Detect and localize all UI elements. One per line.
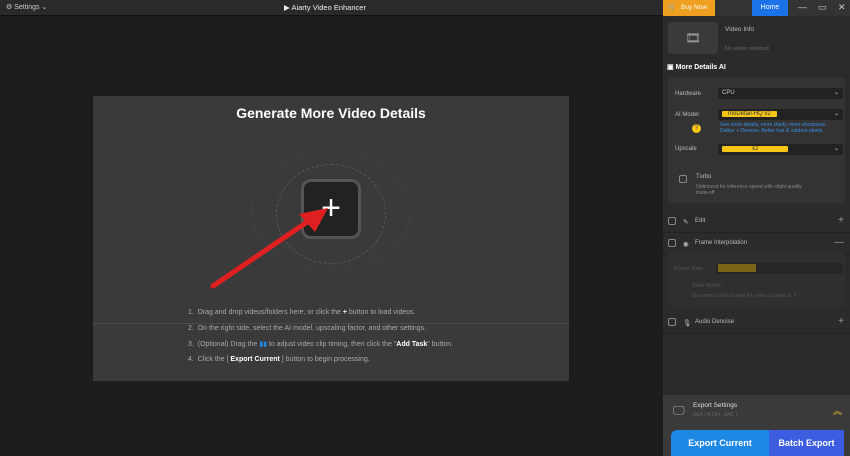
slow-motion-label: Slow Motion [692, 283, 722, 289]
app-title: ▶ Aiarty Video Enhancer [284, 3, 366, 12]
buy-now-button[interactable]: 🛒 Buy Now [663, 0, 715, 16]
trim-icon: ▮▮ [259, 341, 267, 348]
maximize-icon[interactable]: ▭ [818, 2, 827, 13]
ai-model-select[interactable]: moDetail-HQ v2 ⌄ [718, 109, 843, 120]
step-4: 4. Click the [ Export Current ] button t… [188, 355, 370, 363]
edit-label: Edit [695, 218, 706, 224]
microphone-icon: 🎙 [683, 320, 692, 327]
expand-icon[interactable]: + [838, 215, 844, 226]
frame-rate-label: Frame Rate [674, 266, 704, 272]
export-format: mp4 | H.264 , AAC | [693, 412, 738, 418]
cart-icon: 🛒 [668, 4, 677, 11]
chevron-up-icon[interactable]: ︽ [833, 404, 842, 417]
app-title-text: Aiarty Video Enhancer [291, 3, 366, 12]
frame-interp-row[interactable]: ◉ Frame Interpolation — [663, 233, 850, 255]
frame-rate-select[interactable] [716, 263, 843, 274]
upscale-select[interactable]: x2 ⌄ [718, 144, 843, 155]
minimize-icon[interactable]: — [798, 2, 807, 12]
hardware-select[interactable]: CPU ⌄ [718, 88, 843, 99]
film-icon: 🎞 [668, 22, 718, 54]
turbo-description: Optimized for inference speed with sligh… [696, 184, 802, 196]
close-icon[interactable]: ✕ [838, 2, 846, 13]
drop-zone[interactable]: Generate More Video Details + 1. Drag an… [93, 96, 569, 381]
batch-export-button[interactable]: Batch Export [769, 430, 844, 456]
title-bar: ⚙ Settings ⌄ ▶ Aiarty Video Enhancer [0, 0, 663, 16]
more-details-header: ▣ More Details AI [667, 64, 726, 71]
edit-row[interactable]: ✎ Edit + [663, 211, 850, 233]
export-monitor-icon: 🖵 [673, 403, 685, 417]
expand-icon[interactable]: + [838, 316, 844, 327]
audio-denoise-label: Audio Denoise [695, 319, 735, 325]
export-current-button[interactable]: Export Current [671, 430, 769, 456]
step-2: 2. On the right side, select the AI mode… [188, 324, 427, 332]
collapse-icon[interactable]: — [834, 237, 844, 248]
edit-icon: ✎ [683, 219, 689, 226]
audio-denoise-row[interactable]: 🎙 Audio Denoise + [663, 312, 850, 334]
sidebar: 🛒 Buy Now Home — ▭ ✕ 🎞 Video Info No vide… [663, 0, 850, 456]
frame-interp-label: Frame Interpolation [695, 240, 748, 246]
step-3: 3. (Optional) Drag the ▮▮ to adjust vide… [188, 341, 454, 348]
ai-model-label: AI Model [675, 112, 699, 118]
page-title: Generate More Video Details [236, 105, 426, 121]
audio-denoise-checkbox[interactable] [668, 318, 676, 326]
home-button[interactable]: Home [752, 0, 788, 16]
main-area: Generate More Video Details + 1. Drag an… [0, 17, 663, 456]
turbo-label: Turbo [696, 174, 712, 180]
help-icon[interactable]: ? [692, 124, 701, 133]
settings-menu[interactable]: ⚙ Settings ⌄ [6, 3, 47, 11]
model-description: Gen more details, more clarity, more sha… [720, 122, 827, 134]
video-info-label: Video Info [725, 26, 755, 33]
slow-motion-description: Slow motion will change the video durati… [692, 293, 797, 299]
settings-label: Settings [14, 4, 40, 11]
upscale-label: Upscale [675, 146, 697, 152]
ai-settings-panel: Hardware CPU ⌄ AI Model moDetail-HQ v2 ⌄ ?… [668, 78, 845, 203]
hardware-label: Hardware [675, 91, 702, 97]
export-settings-label: Export Settings [693, 402, 738, 409]
edit-checkbox[interactable] [668, 217, 676, 225]
arrow-icon [210, 208, 328, 289]
divider [93, 323, 569, 324]
turbo-checkbox[interactable] [679, 175, 687, 183]
eye-icon: ◉ [683, 241, 689, 248]
frame-interp-panel: Frame Rate Slow Motion Slow motion will … [668, 253, 845, 307]
instructions: 1. Drag and drop videos/folders here, or… [93, 309, 569, 371]
no-video-text: No video selected [725, 46, 769, 52]
frame-interp-checkbox[interactable] [668, 239, 676, 247]
